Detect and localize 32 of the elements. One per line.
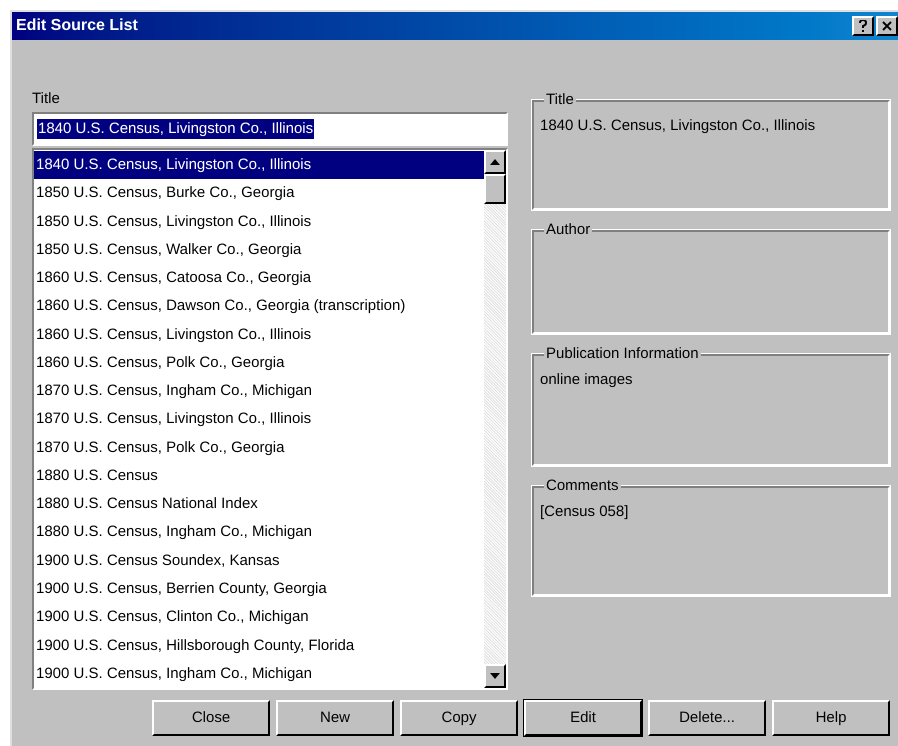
list-item[interactable]: 1850 U.S. Census, Livingston Co., Illinois: [34, 208, 484, 236]
list-item[interactable]: 1860 U.S. Census, Polk Co., Georgia: [34, 348, 484, 378]
list-item[interactable]: 1850 U.S. Census, Walker Co., Georgia: [34, 236, 484, 264]
list-item[interactable]: 1870 U.S. Census, Ingham Co., Michigan: [34, 377, 484, 406]
list-item[interactable]: 1850 U.S. Census, Burke Co., Georgia: [34, 179, 484, 208]
list-item[interactable]: 1900 U.S. Census Soundex, Kansas: [34, 546, 484, 575]
list-item[interactable]: 1840 U.S. Census, Livingston Co., Illinois: [34, 151, 484, 180]
list-item[interactable]: 1900 U.S. Census, Clinton Co., Michigan: [34, 603, 484, 632]
list-item[interactable]: 1900 U.S. Census, Berrien County, Georgia: [34, 574, 484, 604]
dialog-button[interactable]: Edit: [524, 700, 642, 736]
list-item[interactable]: 1860 U.S. Census, Dawson Co., Georgia (transcription): [34, 292, 484, 321]
list-item[interactable]: 1860 U.S. Census, Livingston Co., Illinois: [34, 320, 484, 349]
dialog-button[interactable]: Delete...: [648, 700, 766, 736]
input-value: 1840 U.S. Census, Livingston Co., Illinois: [37, 119, 314, 139]
dialog-button[interactable]: New: [276, 700, 394, 736]
list-item[interactable]: 1870 U.S. Census, Livingston Co., Illinois: [34, 405, 484, 434]
list-item[interactable]: 1900 U.S. Census, Hillsborough County, Florida: [34, 632, 484, 660]
list-item[interactable]: 1880 U.S. Census: [34, 462, 484, 490]
group-value: [Census 058]: [540, 503, 628, 520]
field-label: Title: [32, 90, 61, 108]
dialog-button[interactable]: Close: [152, 700, 270, 736]
group-value: 1840 U.S. Census, Livingston Co., Illinois: [540, 117, 816, 134]
window-title: Edit Source List: [16, 16, 138, 36]
dialog-button[interactable]: Help: [772, 700, 890, 736]
list-item[interactable]: 1900 U.S. Census, Ingham Co., Michigan: [34, 660, 484, 688]
dialog-button[interactable]: Copy: [400, 700, 518, 736]
list-item[interactable]: 1870 U.S. Census, Polk Co., Georgia: [34, 434, 484, 462]
list-item[interactable]: 1860 U.S. Census, Catoosa Co., Georgia: [34, 264, 484, 292]
title-input[interactable]: 1840 U.S. Census, Livingston Co., Illinois: [32, 112, 508, 146]
list-item[interactable]: 1880 U.S. Census National Index: [34, 490, 484, 518]
list-item[interactable]: 1880 U.S. Census, Ingham Co., Michigan: [34, 518, 484, 547]
group-value: online images: [540, 371, 633, 388]
